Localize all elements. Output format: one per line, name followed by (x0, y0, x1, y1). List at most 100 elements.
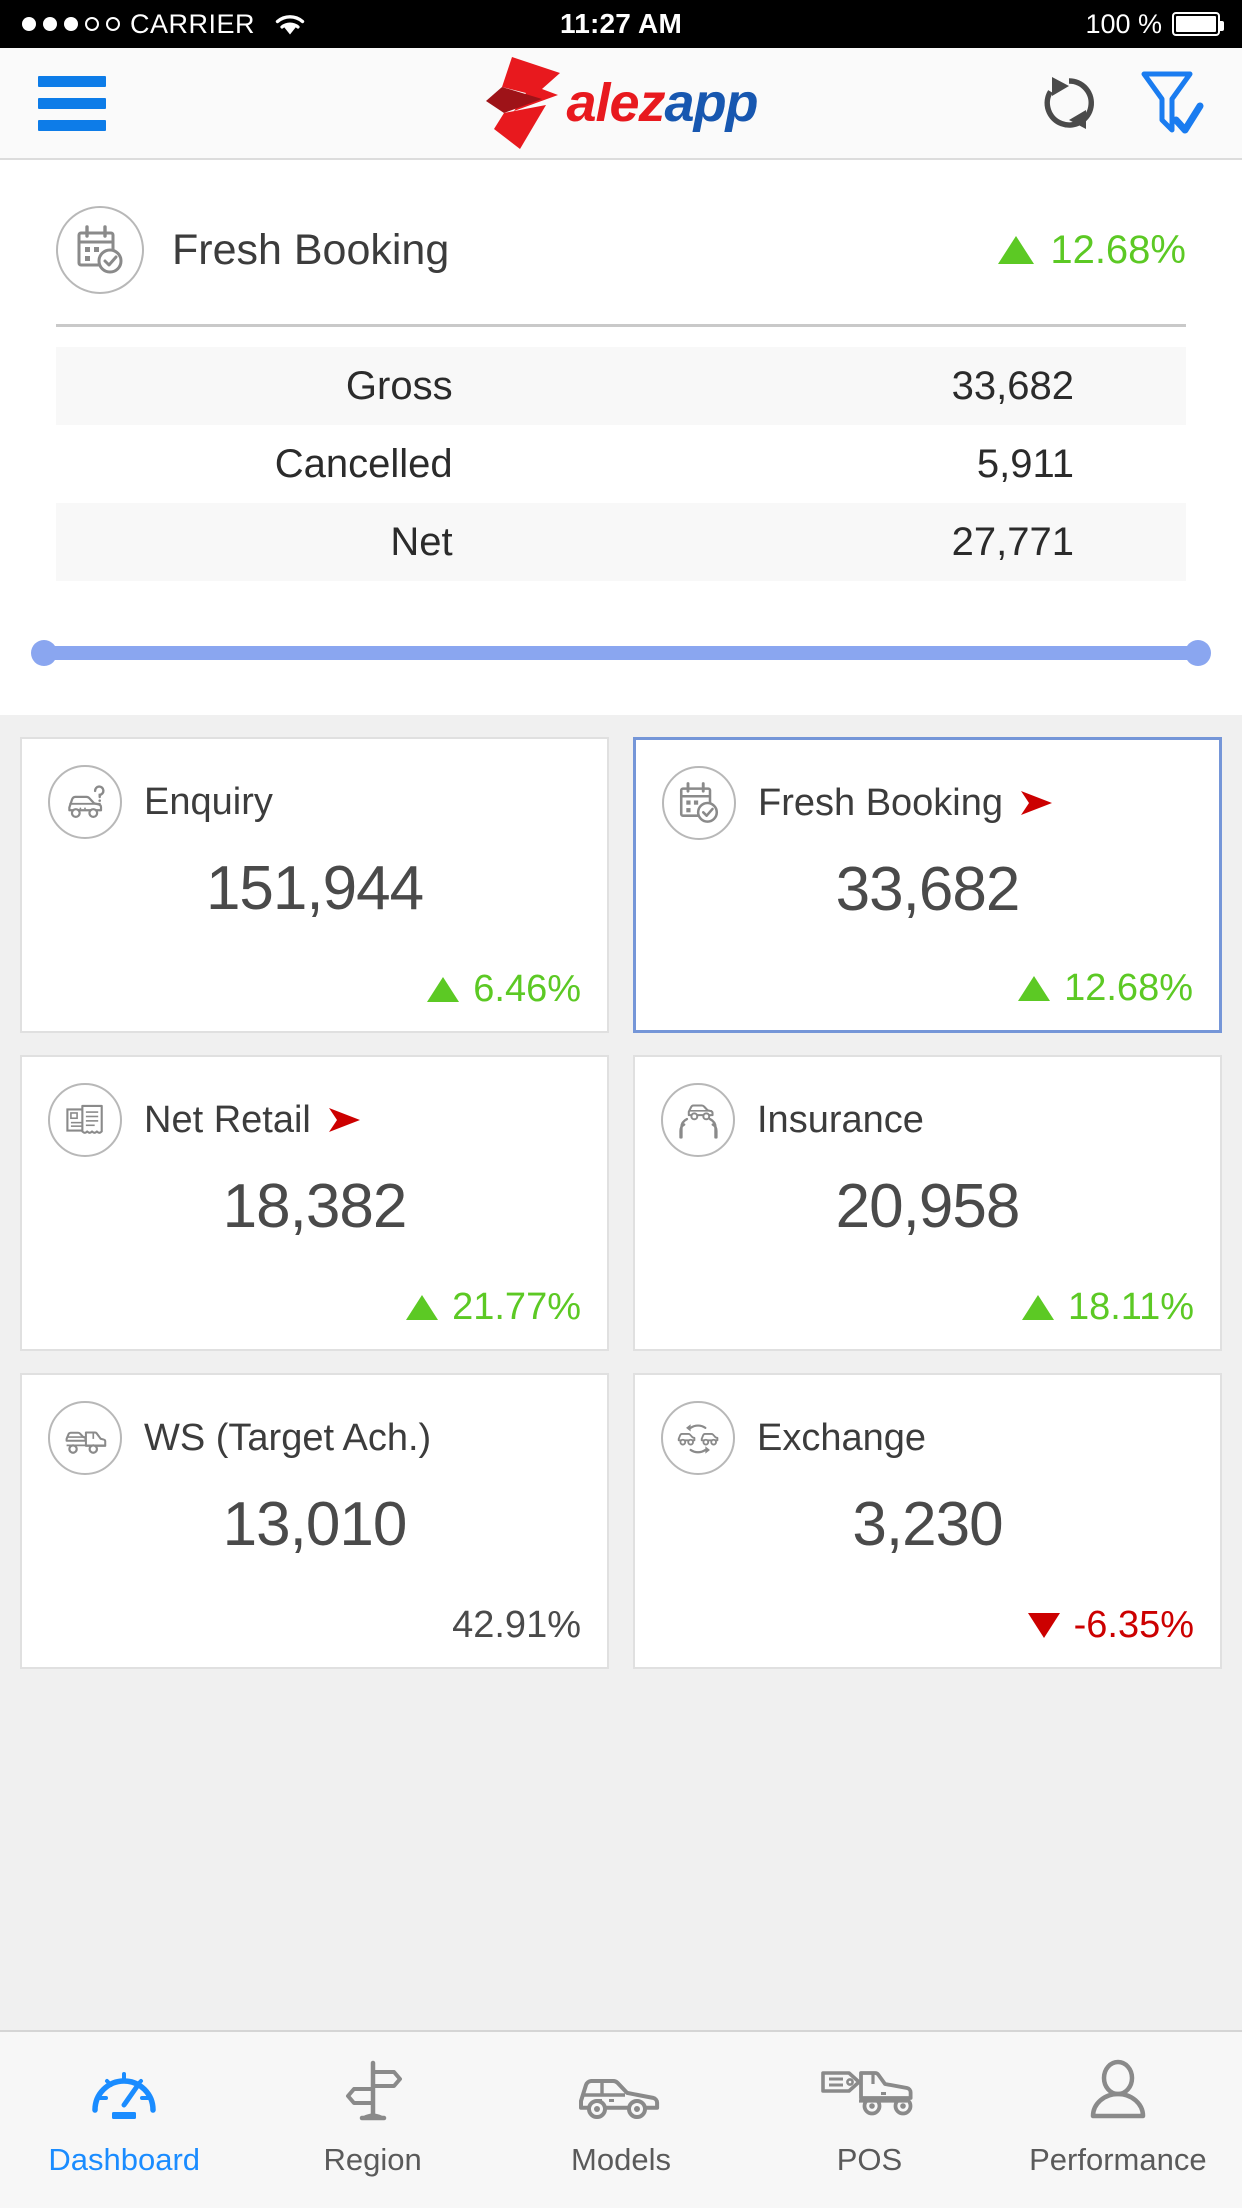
app-root: CARRIER 11:27 AM 100 % alezapp Fresh Boo… (0, 0, 1242, 2208)
trend-up-icon (406, 1295, 439, 1320)
card-title: Insurance (757, 1098, 924, 1141)
tab-dashboard[interactable]: Dashboard (0, 2054, 248, 2178)
signpost-icon (342, 2054, 404, 2130)
tab-models[interactable]: Models (497, 2054, 745, 2178)
logo-text-blue: app (664, 73, 759, 133)
car-exchange-icon (661, 1401, 735, 1475)
metric-card-ws-target-ach[interactable]: WS (Target Ach.) 13,010 42.91% (20, 1373, 609, 1669)
row-value: 5,911 (976, 441, 1074, 486)
summary-title: Fresh Booking (172, 225, 450, 274)
card-value: 18,382 (222, 1172, 408, 1241)
card-value: 151,944 (205, 854, 424, 923)
card-footer: 18.11% (661, 1286, 1194, 1329)
metric-card-fresh-booking[interactable]: Fresh Booking 33,682 12.68% (633, 737, 1222, 1033)
metric-card-exchange[interactable]: Exchange 3,230 -6.35% (633, 1373, 1222, 1669)
trend-up-icon (1018, 976, 1051, 1001)
row-value: 33,682 (951, 363, 1074, 408)
battery-full-icon (1172, 12, 1224, 36)
drilldown-arrow-icon[interactable] (1019, 788, 1055, 818)
main-content: Fresh Booking 12.68% Gross 33,682 Cancel… (0, 160, 1242, 2030)
tab-label: Region (323, 2142, 422, 2177)
salezapp-arrow-logo (486, 57, 561, 149)
row-value: 27,771 (951, 519, 1074, 564)
car-question-icon (48, 765, 122, 839)
metric-card-insurance[interactable]: Insurance 20,958 18.11% (633, 1055, 1222, 1351)
card-delta: 21.77% (452, 1286, 581, 1328)
logo-text-red: alez (566, 73, 665, 133)
trend-down-icon (1027, 1613, 1060, 1638)
card-header: WS (Target Ach.) (48, 1401, 581, 1475)
car-icon (575, 2054, 667, 2130)
card-footer: 42.91% (48, 1604, 581, 1647)
card-header: Exchange (661, 1401, 1194, 1475)
row-label: Gross (345, 363, 453, 408)
row-label: Net (390, 519, 453, 564)
card-header: Enquiry (48, 765, 581, 839)
metrics-area: Enquiry 151,944 6.46% Fresh Booking 33,6… (0, 715, 1242, 2030)
trend-up-icon (1021, 1295, 1054, 1320)
tab-performance[interactable]: Performance (994, 2054, 1242, 2178)
summary-delta: 12.68% (998, 228, 1186, 273)
divider (56, 324, 1186, 327)
trend-up-icon (998, 236, 1035, 264)
card-value: 13,010 (222, 1490, 408, 1559)
tab-label: Models (571, 2142, 671, 2177)
pickup-tag-icon (819, 2054, 919, 2130)
trend-up-icon (427, 977, 460, 1002)
card-value: 33,682 (835, 855, 1021, 924)
card-title: Enquiry (144, 780, 273, 823)
card-footer: 6.46% (48, 968, 581, 1011)
card-delta: 6.46% (473, 968, 581, 1010)
tab-pos[interactable]: POS (745, 2054, 993, 2178)
card-title: Exchange (757, 1416, 927, 1459)
calendar-check-icon (662, 766, 736, 840)
logo-wordmark: alezapp (566, 73, 759, 133)
card-footer: 12.68% (662, 967, 1193, 1010)
card-title: Fresh Booking (758, 781, 1004, 824)
metrics-grid: Enquiry 151,944 6.46% Fresh Booking 33,6… (20, 737, 1222, 1669)
refresh-icon[interactable] (1038, 72, 1100, 134)
car-in-hands-icon (661, 1083, 735, 1157)
drilldown-arrow-icon[interactable] (327, 1105, 363, 1135)
car-carrier-truck-icon (48, 1401, 122, 1475)
person-icon (1087, 2054, 1149, 2130)
app-bar: alezapp (0, 48, 1242, 160)
card-header: Net Retail (48, 1083, 581, 1157)
card-value: 3,230 (852, 1490, 1003, 1559)
app-bar-actions (1038, 68, 1204, 138)
slider-track[interactable] (41, 646, 1201, 660)
calendar-check-icon (56, 206, 144, 294)
summary-header: Fresh Booking 12.68% (56, 206, 1186, 324)
slider-handle-left[interactable] (31, 640, 57, 666)
card-title: WS (Target Ach.) (144, 1416, 432, 1459)
tab-label: POS (836, 2142, 903, 2177)
table-row: Cancelled 5,911 (56, 425, 1186, 503)
summary-delta-value: 12.68% (1050, 227, 1186, 272)
metric-card-enquiry[interactable]: Enquiry 151,944 6.46% (20, 737, 609, 1033)
card-footer: -6.35% (661, 1604, 1194, 1647)
tab-label: Performance (1029, 2142, 1207, 2177)
tab-region[interactable]: Region (248, 2054, 496, 2178)
filter-check-icon[interactable] (1138, 68, 1204, 138)
hamburger-menu-icon[interactable] (38, 75, 106, 131)
table-row: Net 27,771 (56, 503, 1186, 581)
summary-table: Gross 33,682 Cancelled 5,911 Net 27,771 (56, 347, 1186, 581)
card-header: Insurance (661, 1083, 1194, 1157)
card-footer: 21.77% (48, 1286, 581, 1329)
metric-card-net-retail[interactable]: Net Retail 18,382 21.77% (20, 1055, 609, 1351)
clock: 11:27 AM (560, 8, 682, 39)
status-bar: CARRIER 11:27 AM 100 % (0, 0, 1242, 48)
date-range-slider[interactable] (31, 640, 1211, 666)
card-delta: 18.11% (1067, 1286, 1194, 1328)
card-delta: 42.91% (452, 1604, 581, 1646)
summary-panel: Fresh Booking 12.68% Gross 33,682 Cancel… (0, 160, 1242, 581)
card-value: 20,958 (835, 1172, 1021, 1241)
slider-handle-right[interactable] (1185, 640, 1211, 666)
card-delta: -6.35% (1073, 1604, 1194, 1646)
table-row: Gross 33,682 (56, 347, 1186, 425)
card-delta: 12.68% (1064, 967, 1193, 1009)
card-title: Net Retail (144, 1098, 311, 1141)
card-header: Fresh Booking (662, 766, 1193, 840)
row-label: Cancelled (274, 441, 453, 486)
slider-section (0, 581, 1242, 715)
